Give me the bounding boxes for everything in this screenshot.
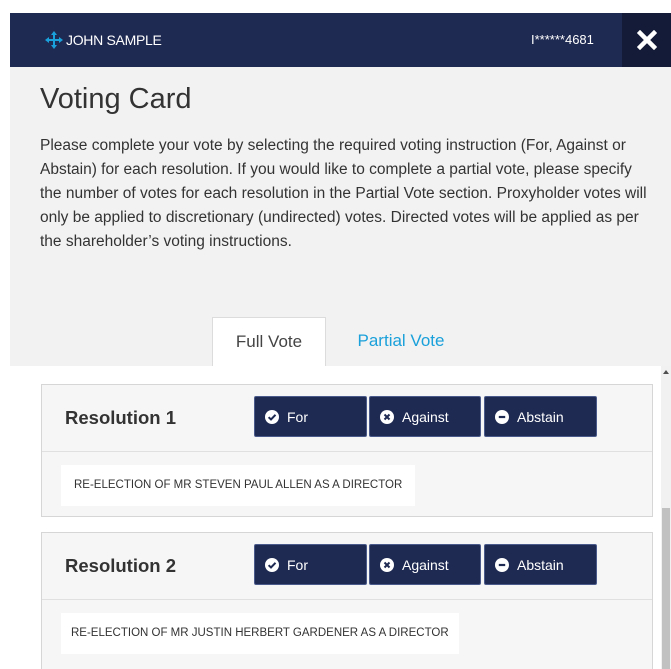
vote-abstain-button[interactable]: Abstain [484,544,597,585]
page-title: Voting Card [40,83,192,115]
close-icon [636,30,657,50]
resolution-description: RE-ELECTION OF MR STEVEN PAUL ALLEN AS A… [61,465,416,506]
account-number: I******4681 [531,32,594,47]
resolution-title: Resolution 2 [65,555,177,576]
resolution-header: Resolution 1 For Against Abstain [42,385,652,452]
check-circle-icon [265,557,279,572]
scrollbar[interactable] [661,366,671,669]
tab-full-vote[interactable]: Full Vote [212,317,326,367]
close-button[interactable] [622,13,671,67]
top-bar: JOHN SAMPLE I******4681 [10,13,671,67]
voting-card-panel: JOHN SAMPLE I******4681 Voting Card Plea… [10,13,671,669]
vote-for-button[interactable]: For [254,544,367,585]
vote-against-button[interactable]: Against [369,544,481,585]
vote-for-label: For [287,408,308,425]
move-arrows-icon [45,31,63,49]
user-brand: JOHN SAMPLE [44,13,162,67]
vote-abstain-label: Abstain [517,408,564,425]
times-circle-icon [380,557,394,572]
user-name: JOHN SAMPLE [66,32,162,48]
vote-for-label: For [287,556,308,573]
vote-for-button[interactable]: For [254,396,367,437]
resolution-card: Resolution 1 For Against Abstain RE-ELEC… [41,384,653,517]
scrollbar-thumb[interactable] [662,508,670,669]
vote-abstain-button[interactable]: Abstain [484,396,597,437]
tab-partial-vote[interactable]: Partial Vote [336,317,466,365]
resolutions-list: Resolution 1 For Against Abstain RE-ELEC… [10,366,671,669]
minus-circle-icon [495,557,509,572]
scroll-up-arrow-icon[interactable] [663,370,669,374]
resolution-header: Resolution 2 For Against Abstain [42,533,652,600]
vote-against-label: Against [402,408,449,425]
vote-against-label: Against [402,556,449,573]
resolution-card: Resolution 2 For Against Abstain RE-ELEC… [41,532,653,669]
times-circle-icon [380,409,394,424]
vote-abstain-label: Abstain [517,556,564,573]
vote-against-button[interactable]: Against [369,396,481,437]
check-circle-icon [265,409,279,424]
instructions-text: Please complete your vote by selecting t… [40,137,647,250]
resolution-description: RE-ELECTION OF MR JUSTIN HERBERT GARDENE… [61,613,459,654]
minus-circle-icon [495,409,509,424]
resolution-title: Resolution 1 [65,407,177,428]
